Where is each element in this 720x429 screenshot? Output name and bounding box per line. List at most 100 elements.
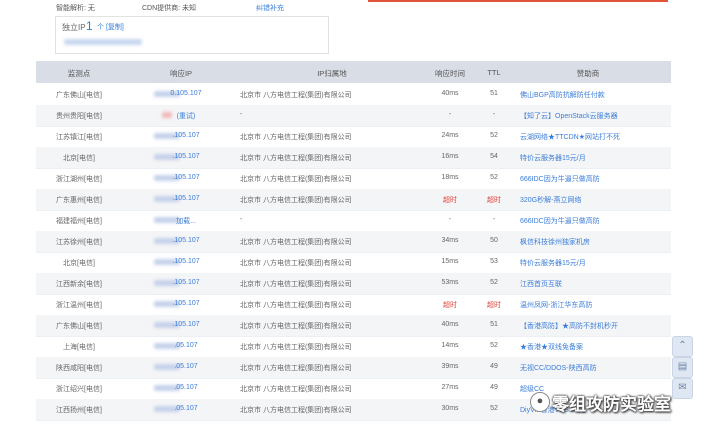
cell-sponsor[interactable]: 666IDC因为牛逼只做高防 <box>520 174 600 184</box>
cell-sponsor[interactable]: 佛山BGP高防抗解防任付款 <box>520 90 605 100</box>
cell-ip[interactable]: .05.107 <box>174 363 197 370</box>
cell-location: 北京[电信] <box>63 155 95 162</box>
cell-location: 江苏徐州[电信] <box>56 239 102 246</box>
blurred-ip <box>64 39 142 45</box>
table-row: 广东佛山[电信] .105.107 北京市 八方电信工程(集团)有限公司 40ms 51… <box>36 315 671 337</box>
cell-ip-location: 北京市 八方电信工程(集团)有限公司 <box>240 197 352 204</box>
cell-ip[interactable]: .105.107 <box>172 195 199 202</box>
cell-ip-location: 北京市 八方电信工程(集团)有限公司 <box>240 302 352 309</box>
cell-location: 江苏镇江[电信] <box>56 134 102 141</box>
cell-ttl: 54 <box>490 153 498 160</box>
cell-location: 广东佛山[电信] <box>56 92 102 99</box>
chevron-up-icon[interactable]: ⌃ <box>672 336 693 357</box>
cell-sponsor[interactable]: 云湖网络★TTCDN★网站打不死 <box>520 132 620 142</box>
cell-ip[interactable]: .105.107 <box>172 300 199 307</box>
cell-sponsor[interactable]: 666IDC因为牛逼只做高防 <box>520 216 600 226</box>
cell-location: 浙江绍兴[电信] <box>56 386 102 393</box>
ip-copy-link[interactable]: 个 [复制] <box>97 22 124 32</box>
cell-ip[interactable]: .105.107 <box>172 237 199 244</box>
cell-response-time: 15ms <box>441 258 459 265</box>
cell-ip-location: 北京市 八方电信工程(集团)有限公司 <box>240 155 352 162</box>
cell-ip[interactable]: .105.107 <box>172 132 199 139</box>
cell-ip[interactable]: .05.107 <box>174 405 197 412</box>
cell-location: 福建福州[电信] <box>56 218 102 225</box>
cell-ip-location: 北京市 八方电信工程(集团)有限公司 <box>240 281 352 288</box>
table-row: 江苏镇江[电信] .105.107 北京市 八方电信工程(集团)有限公司 24ms 52… <box>36 126 671 148</box>
cell-sponsor[interactable]: 无视CC/DDOS-陕西高防 <box>520 363 597 373</box>
cell-sponsor[interactable]: ★香港★双线免备案 <box>520 342 583 352</box>
cell-ttl: 52 <box>490 342 498 349</box>
cell-location: 广东佛山[电信] <box>56 323 102 330</box>
table-row: 广东佛山[电信] 0.105.107 北京市 八方电信工程(集团)有限公司 40ms 5… <box>36 84 671 106</box>
table-row: 浙江温州[电信] .105.107 北京市 八方电信工程(集团)有限公司 超时 超时 温州… <box>36 294 671 316</box>
cell-ip[interactable]: .105.107 <box>172 174 199 181</box>
cell-response-time: - <box>448 111 452 118</box>
cell-ip[interactable]: 加载... <box>176 216 196 226</box>
table-row: 陕西咸阳[电信] .05.107 北京市 八方电信工程(集团)有限公司 39ms 49 无… <box>36 357 671 379</box>
header-ip: 响应IP <box>169 69 193 78</box>
cell-ip-location: 北京市 八方电信工程(集团)有限公司 <box>240 344 352 351</box>
cell-location: 陕西咸阳[电信] <box>56 365 102 372</box>
cell-ttl: 51 <box>490 90 498 97</box>
header-response-time: 响应时间 <box>435 69 465 78</box>
right-gutter <box>692 61 720 429</box>
table-row: 贵州贵阳[电信] (重试) - - - 【知了云】OpenStack云服务器 <box>36 105 671 127</box>
table-row: 江苏徐州[电信] .105.107 北京市 八方电信工程(集团)有限公司 34ms 50… <box>36 231 671 253</box>
cell-sponsor[interactable]: 温州凤网-浙江华东高防 <box>520 300 592 310</box>
cell-ip-location: 北京市 八方电信工程(集团)有限公司 <box>240 176 352 183</box>
cell-response-time: 40ms <box>441 321 459 328</box>
cell-ttl: 超时 <box>487 302 501 309</box>
cell-response-time: 39ms <box>441 363 459 370</box>
cell-ip-location: 北京市 八方电信工程(集团)有限公司 <box>240 365 352 372</box>
table-row: 上海[电信] .05.107 北京市 八方电信工程(集团)有限公司 14ms 52 ★香港… <box>36 336 671 358</box>
cell-ip-location: 北京市 八方电信工程(集团)有限公司 <box>240 323 352 330</box>
cell-response-time: 53ms <box>441 279 459 286</box>
cell-location: 浙江湖州[电信] <box>56 176 102 183</box>
cell-sponsor[interactable]: 枫信科技徐州独家机房 <box>520 237 590 247</box>
cell-ttl: 53 <box>490 258 498 265</box>
cell-ip[interactable]: 0.105.107 <box>170 90 201 97</box>
cell-sponsor[interactable]: 特价云服务器15元/月 <box>520 258 586 268</box>
cell-response-time: 超时 <box>443 302 457 309</box>
table-header: 监测点 响应IP IP归属地 响应时间 TTL 赞助商 <box>36 61 671 83</box>
cell-location: 浙江温州[电信] <box>56 302 102 309</box>
top-info-bar: 智能解析: 无 CDN提供商: 未知 纠错补充 独立IP 1 个 [复制] <box>0 0 720 60</box>
cell-response-time: 超时 <box>443 197 457 204</box>
cell-ip-location: 北京市 八方电信工程(集团)有限公司 <box>240 386 352 393</box>
cell-ip[interactable]: .105.107 <box>172 321 199 328</box>
cell-ip[interactable]: .05.107 <box>174 384 197 391</box>
cell-sponsor[interactable]: 特价云服务器15元/月 <box>520 153 586 163</box>
cell-sponsor[interactable]: 江西首页互联 <box>520 279 562 289</box>
report-link[interactable]: 纠错补充 <box>256 3 284 13</box>
cell-ip[interactable]: .105.107 <box>172 258 199 265</box>
table-row: 福建福州[电信] 加载... - - - 666IDC因为牛逼只做高防 <box>36 210 671 232</box>
watermark: ● 零组攻防实验室 <box>530 386 720 420</box>
cell-ip[interactable]: .105.107 <box>172 153 199 160</box>
cell-location: 上海[电信] <box>63 344 95 351</box>
cell-ip[interactable]: .05.107 <box>174 342 197 349</box>
cell-ip-location: 北京市 八方电信工程(集团)有限公司 <box>240 407 352 414</box>
cell-ttl: 超时 <box>487 197 501 204</box>
cell-response-time: 18ms <box>441 174 459 181</box>
cell-ip-location: - <box>240 216 243 223</box>
table-row: 江西新余[电信] .105.107 北京市 八方电信工程(集团)有限公司 53ms 52… <box>36 273 671 295</box>
cell-ttl: 52 <box>490 279 498 286</box>
cell-ip[interactable]: (重试) <box>177 111 196 121</box>
comment-icon[interactable]: ▤ <box>672 357 693 378</box>
wechat-icon: ● <box>530 392 550 412</box>
cell-location: 广东惠州[电信] <box>56 197 102 204</box>
accent-strip <box>368 0 668 2</box>
cell-sponsor[interactable]: 320G秒解-燕立网络 <box>520 195 581 205</box>
cell-sponsor[interactable]: 【香港高防】★高防不封机秒开 <box>520 321 618 331</box>
cell-response-time: 24ms <box>441 132 459 139</box>
watermark-text: 零组攻防实验室 <box>552 395 671 414</box>
table-row: 北京[电信] .105.107 北京市 八方电信工程(集团)有限公司 15ms 53 特价… <box>36 252 671 274</box>
cell-ip[interactable]: .105.107 <box>172 279 199 286</box>
header-sponsor: 赞助商 <box>576 69 600 78</box>
cell-ttl: 52 <box>490 174 498 181</box>
cell-ip-location: 北京市 八方电信工程(集团)有限公司 <box>240 134 352 141</box>
cell-response-time: 40ms <box>441 90 459 97</box>
ip-count: 1 <box>86 19 93 33</box>
cell-ttl: - <box>492 216 496 223</box>
cell-sponsor[interactable]: 【知了云】OpenStack云服务器 <box>520 111 618 121</box>
